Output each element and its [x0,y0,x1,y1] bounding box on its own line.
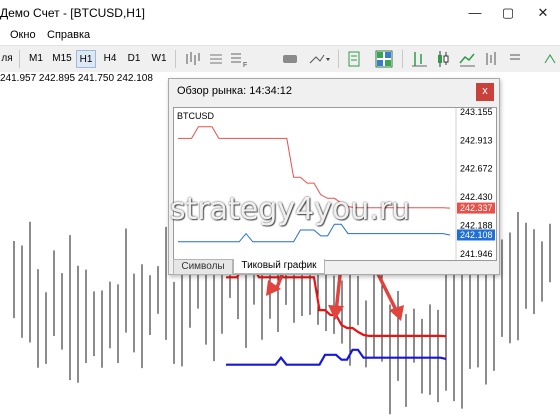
timeframe-d1[interactable]: D1 [125,50,143,68]
price-axis-label: 243.155 [460,108,493,117]
price-axis-label: 242.672 [460,164,493,174]
toolbar-partial-label[interactable]: ля [0,50,14,68]
line-chart-icon[interactable] [457,49,477,69]
timeframe-h1[interactable]: H1 [76,50,96,68]
candlestick-icon[interactable] [433,49,453,69]
menu-item-help[interactable]: Справка [47,29,90,41]
svg-text:F: F [243,62,247,69]
tile-windows-icon[interactable] [374,49,394,69]
minimize-button[interactable]: — [458,2,492,24]
template-icon[interactable] [206,49,226,69]
svg-text:242.337: 242.337 [460,203,493,213]
watermark: strategy4you.ru [170,192,411,227]
market-watch-title: Обзор рынка: 14:34:12 [177,85,293,97]
timeframe-w1[interactable]: W1 [149,50,169,68]
bid-price-marker: 242.108 [457,229,495,241]
tick-chart-plot: BTCUSD 243.155 242.913 242.672 242.430 242.1… [177,108,495,260]
timeframe-m15[interactable]: M15 [50,50,74,68]
timeframe-m1[interactable]: M1 [27,50,45,68]
tick-chart-symbol: BTCUSD [177,111,215,121]
zoom-icon[interactable] [481,49,501,69]
menu-bar: Окно Справка [0,26,560,45]
window-titlebar: Демо Счет - [BTCUSD,H1] — ▢ ✕ [0,0,560,26]
toolbar-separator [175,50,176,68]
tab-symbols[interactable]: Символы [173,259,233,275]
tab-tick-chart[interactable]: Тиковый график [233,259,325,274]
menu-item-window[interactable]: Окно [10,29,36,41]
price-axis-label: 241.946 [460,249,493,259]
tick-chart[interactable]: BTCUSD 243.155 242.913 242.672 242.430 242.1… [173,107,497,261]
restore-button[interactable]: ▢ [491,2,525,24]
chart-menu-icon[interactable] [505,49,525,69]
ask-price-marker: 242.337 [457,202,495,214]
timeframe-h4[interactable]: H4 [101,50,119,68]
close-button[interactable]: ✕ [526,2,560,24]
chart-settings-icon[interactable] [345,49,365,69]
drawing-tools-icon[interactable] [306,49,332,69]
price-axis-label: 242.913 [460,135,493,145]
toolbar-separator [402,50,403,68]
close-icon[interactable]: x [476,83,494,101]
color-scheme-icon[interactable] [280,49,300,69]
toolbar-extra-icon[interactable] [540,49,560,69]
toolbar: ля M1 M15 H1 H4 D1 W1 F [0,45,560,73]
price-axis-label: 242.430 [460,192,493,202]
toolbar-separator [338,50,339,68]
bar-chart-lines-icon[interactable] [184,49,204,69]
market-watch-window[interactable]: Обзор рынка: 14:34:12 x BTCUSD 243.155 24… [168,78,500,275]
chart-shift-icon[interactable]: F [228,49,252,69]
toolbar-separator [19,50,20,68]
svg-text:242.108: 242.108 [460,230,493,240]
window-title: Демо Счет - [BTCUSD,H1] [0,6,145,20]
bar-chart-icon[interactable] [409,49,429,69]
